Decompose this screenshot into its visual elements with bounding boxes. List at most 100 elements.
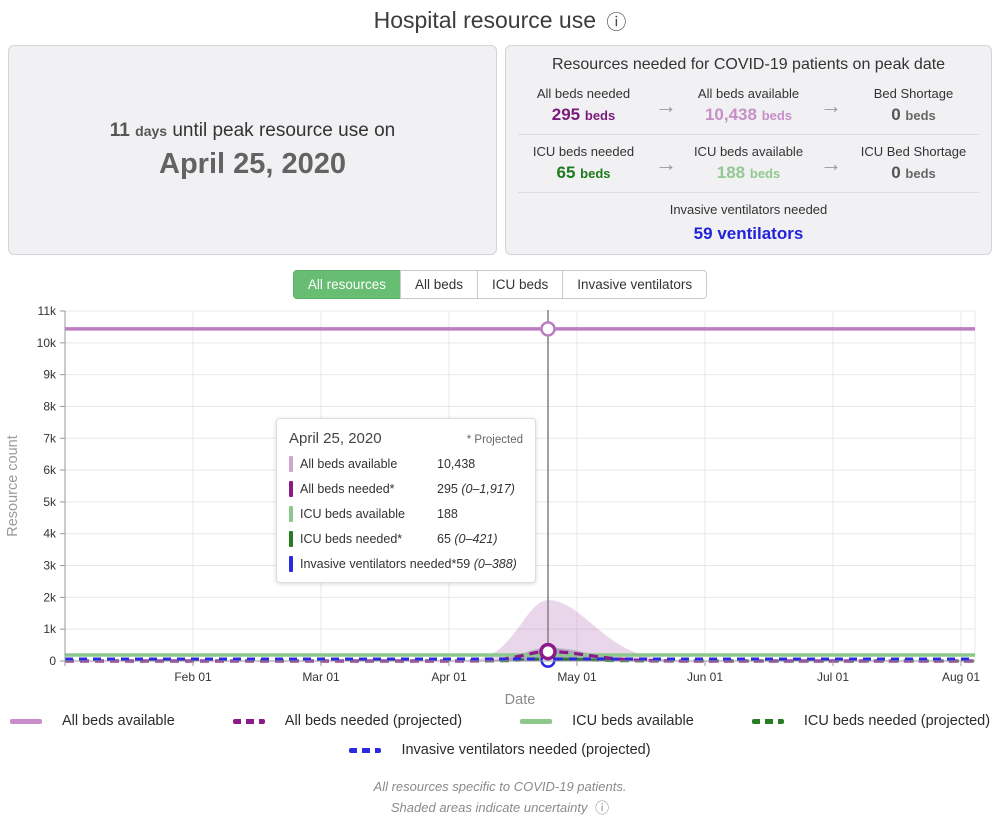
tab-all-resources[interactable]: All resources xyxy=(293,270,401,299)
x-axis-title: Date xyxy=(505,692,536,708)
title-info-icon[interactable]: ⓘ xyxy=(606,10,626,34)
page-title-text: Hospital resource use xyxy=(374,7,596,33)
days-until-peak: 11 days until peak resource use on xyxy=(110,120,395,142)
stat-label: ICU beds available xyxy=(683,144,814,159)
stat-label: ICU beds needed xyxy=(518,144,649,159)
stat-unit: beds xyxy=(580,166,610,181)
chart-tooltip: April 25, 2020 * Projected All beds avai… xyxy=(276,418,536,583)
chart-footnotes: All resources specific to COVID-19 patie… xyxy=(0,776,1000,818)
uncertainty-info-icon[interactable]: ⓘ xyxy=(595,801,609,817)
legend-label: All beds available xyxy=(62,713,175,729)
tooltip-row: ICU beds available 188 xyxy=(289,506,523,522)
arrow-icon: → xyxy=(814,151,848,177)
marker-all-beds-available xyxy=(542,322,555,335)
tooltip-range: (0–421) xyxy=(454,532,497,546)
legend-label: All beds needed (projected) xyxy=(285,713,462,729)
stat-label: Bed Shortage xyxy=(848,86,979,101)
tooltip-label: ICU beds needed* xyxy=(300,532,437,546)
tooltip-value: 295 xyxy=(437,482,458,496)
all-beds-row: All beds needed 295 beds → All beds avai… xyxy=(518,82,979,135)
tooltip-row: All beds needed* 295 (0–1,917) xyxy=(289,481,523,497)
days-rest-text: until peak resource use on xyxy=(172,120,395,141)
stat-unit: beds xyxy=(905,108,935,123)
icu-beds-available-stat: ICU beds available 188 beds xyxy=(683,144,814,183)
y-tick-label: 0 xyxy=(49,654,56,668)
tooltip-range: (0–388) xyxy=(474,557,517,571)
resource-tabs: All resources All beds ICU beds Invasive… xyxy=(0,270,1000,299)
y-tick-label: 6k xyxy=(43,463,57,477)
x-tick-label: Jun 01 xyxy=(687,670,723,684)
page-title: Hospital resource use ⓘ xyxy=(0,6,1000,35)
y-tick-label: 4k xyxy=(43,527,57,541)
icu-beds-needed-stat: ICU beds needed 65 beds xyxy=(518,144,649,183)
y-tick-label: 3k xyxy=(43,559,57,573)
x-tick-label: Aug 01 xyxy=(942,670,980,684)
ventilators-stat: Invasive ventilators needed 59 ventilato… xyxy=(518,193,979,244)
stat-value: 295 xyxy=(552,105,580,124)
legend-swatch xyxy=(349,748,381,753)
footnote-line2-text: Shaded areas indicate uncertainty xyxy=(391,800,588,815)
peak-date: April 25, 2020 xyxy=(159,148,346,181)
legend-label: ICU beds needed (projected) xyxy=(804,713,990,729)
all-beds-available-stat: All beds available 10,438 beds xyxy=(683,86,814,125)
tooltip-value: 188 xyxy=(437,507,458,521)
x-tick-label: Feb 01 xyxy=(174,670,212,684)
uncertainty-all-beds xyxy=(445,600,740,661)
legend-item: ICU beds available xyxy=(520,713,694,729)
x-tick-label: Jul 01 xyxy=(817,670,849,684)
arrow-icon: → xyxy=(649,151,683,177)
hospital-resource-dashboard: Hospital resource use ⓘ 11 days until pe… xyxy=(0,0,1000,818)
stat-value: 59 xyxy=(694,224,713,243)
tooltip-row: ICU beds needed* 65 (0–421) xyxy=(289,531,523,547)
y-tick-label: 9k xyxy=(43,368,57,382)
legend-label: Invasive ventilators needed (projected) xyxy=(401,742,650,758)
stat-value: 188 xyxy=(717,163,745,182)
legend-item: All beds available xyxy=(10,713,175,729)
days-value: 11 xyxy=(110,120,130,141)
legend-swatch xyxy=(752,719,784,724)
tab-all-beds[interactable]: All beds xyxy=(400,270,478,299)
stat-unit: beds xyxy=(585,108,615,123)
legend-item: Invasive ventilators needed (projected) xyxy=(349,742,650,758)
y-tick-label: 2k xyxy=(43,590,57,604)
tooltip-label: Invasive ventilators needed* xyxy=(300,557,456,571)
y-tick-label: 8k xyxy=(43,399,57,413)
tooltip-value: 10,438 xyxy=(437,457,475,471)
legend-item: All beds needed (projected) xyxy=(233,713,462,729)
tooltip-label: All beds available xyxy=(300,457,437,471)
series-color-bar xyxy=(289,506,293,522)
footnote-line1: All resources specific to COVID-19 patie… xyxy=(0,776,1000,797)
chart-legend: All beds available All beds needed (proj… xyxy=(0,713,1000,758)
x-tick-label: May 01 xyxy=(557,670,597,684)
legend-swatch xyxy=(233,719,265,724)
x-tick-label: Apr 01 xyxy=(431,670,467,684)
all-beds-needed-stat: All beds needed 295 beds xyxy=(518,86,649,125)
stat-label: ICU Bed Shortage xyxy=(848,144,979,159)
footnote-line2: Shaded areas indicate uncertainty ⓘ xyxy=(0,797,1000,818)
stat-label: All beds needed xyxy=(518,86,649,101)
tab-icu-beds[interactable]: ICU beds xyxy=(477,270,563,299)
tooltip-value: 65 xyxy=(437,532,451,546)
bed-shortage-stat: Bed Shortage 0 beds xyxy=(848,86,979,125)
series-color-bar xyxy=(289,556,293,572)
x-tick-label: Mar 01 xyxy=(302,670,340,684)
stat-value: 0 xyxy=(891,105,900,124)
series-color-bar xyxy=(289,531,293,547)
stat-unit: beds xyxy=(905,166,935,181)
stat-value: 10,438 xyxy=(705,105,757,124)
stat-value: 65 xyxy=(557,163,576,182)
tab-invasive-ventilators[interactable]: Invasive ventilators xyxy=(562,270,707,299)
tooltip-range: (0–1,917) xyxy=(461,482,515,496)
tooltip-value: 59 xyxy=(456,557,470,571)
tooltip-label: ICU beds available xyxy=(300,507,437,521)
tooltip-date: April 25, 2020 xyxy=(289,430,382,447)
y-tick-label: 7k xyxy=(43,431,57,445)
tooltip-row: Invasive ventilators needed* 59 (0–388) xyxy=(289,556,523,572)
arrow-icon: → xyxy=(814,93,848,119)
legend-label: ICU beds available xyxy=(572,713,694,729)
resources-panel-title: Resources needed for COVID-19 patients o… xyxy=(518,56,979,74)
icu-beds-row: ICU beds needed 65 beds → ICU beds avail… xyxy=(518,135,979,193)
y-tick-label: 10k xyxy=(37,336,57,350)
stat-unit: beds xyxy=(750,166,780,181)
legend-item: ICU beds needed (projected) xyxy=(752,713,990,729)
